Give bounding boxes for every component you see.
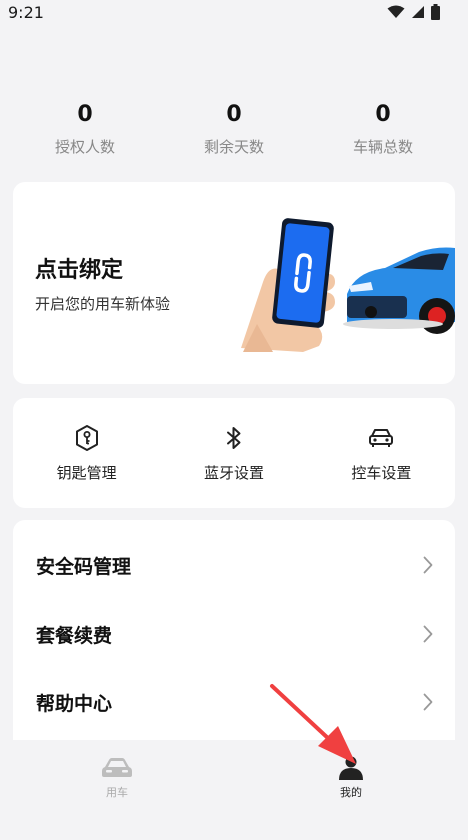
menu-item-security-code[interactable]: 安全码管理 <box>13 535 455 595</box>
tab-mine[interactable]: 我的 <box>234 740 468 840</box>
bottom-tab-bar: 用车 我的 <box>0 740 468 840</box>
menu-label: 安全码管理 <box>36 555 132 578</box>
bluetooth-icon <box>226 427 241 449</box>
key-shield-icon <box>75 425 98 451</box>
tab-label: 我的 <box>340 786 362 799</box>
tab-use-car[interactable]: 用车 <box>0 740 234 840</box>
menu-label: 帮助中心 <box>36 692 113 715</box>
menu-label: 套餐续费 <box>36 624 113 647</box>
quick-car-control-settings[interactable]: 控车设置 <box>308 398 455 508</box>
car-icon <box>102 758 132 777</box>
battery-icon <box>431 4 440 20</box>
person-icon <box>339 756 363 780</box>
car-front-icon <box>369 429 394 447</box>
phone-icon <box>272 218 334 328</box>
signal-icon <box>412 6 424 18</box>
bind-title: 点击绑定 <box>35 258 124 283</box>
stat-vehicles: 0 车辆总数 <box>323 98 443 168</box>
stats-row: 0 授权人数 0 剩余天数 0 车辆总数 <box>0 98 468 168</box>
stat-label: 授权人数 <box>54 138 115 156</box>
menu-item-help-center[interactable]: 帮助中心 <box>13 672 455 732</box>
stat-value: 0 <box>77 102 93 127</box>
blue-car-icon <box>343 247 455 334</box>
quick-key-management[interactable]: 钥匙管理 <box>13 398 160 508</box>
chevron-right-icon <box>423 693 433 711</box>
quick-label: 钥匙管理 <box>56 464 117 482</box>
stat-label: 剩余天数 <box>203 138 264 156</box>
bind-subtitle: 开启您的用车新体验 <box>35 295 171 313</box>
quick-bluetooth-settings[interactable]: 蓝牙设置 <box>160 398 307 508</box>
stat-value: 0 <box>375 102 391 127</box>
status-icons <box>387 4 440 20</box>
chevron-right-icon <box>423 625 433 643</box>
status-bar: 9:21 <box>0 0 468 24</box>
stat-label: 车辆总数 <box>352 138 413 156</box>
menu-item-plan-renewal[interactable]: 套餐续费 <box>13 604 455 664</box>
stat-value: 0 <box>226 102 242 127</box>
bind-card[interactable]: 点击绑定 开启您的用车新体验 <box>13 182 455 384</box>
quick-label: 蓝牙设置 <box>203 464 264 482</box>
bind-illustration <box>241 218 455 352</box>
chevron-right-icon <box>423 556 433 574</box>
quick-actions-card: 钥匙管理 蓝牙设置 控车设置 <box>13 398 455 508</box>
stat-remaining-days: 0 剩余天数 <box>174 98 294 168</box>
quick-label: 控车设置 <box>351 464 412 482</box>
tab-label: 用车 <box>106 786 128 799</box>
stat-authorized: 0 授权人数 <box>25 98 145 168</box>
status-time: 9:21 <box>8 2 44 22</box>
wifi-icon <box>387 5 405 18</box>
menu-card: 安全码管理 套餐续费 帮助中心 <box>13 520 455 750</box>
